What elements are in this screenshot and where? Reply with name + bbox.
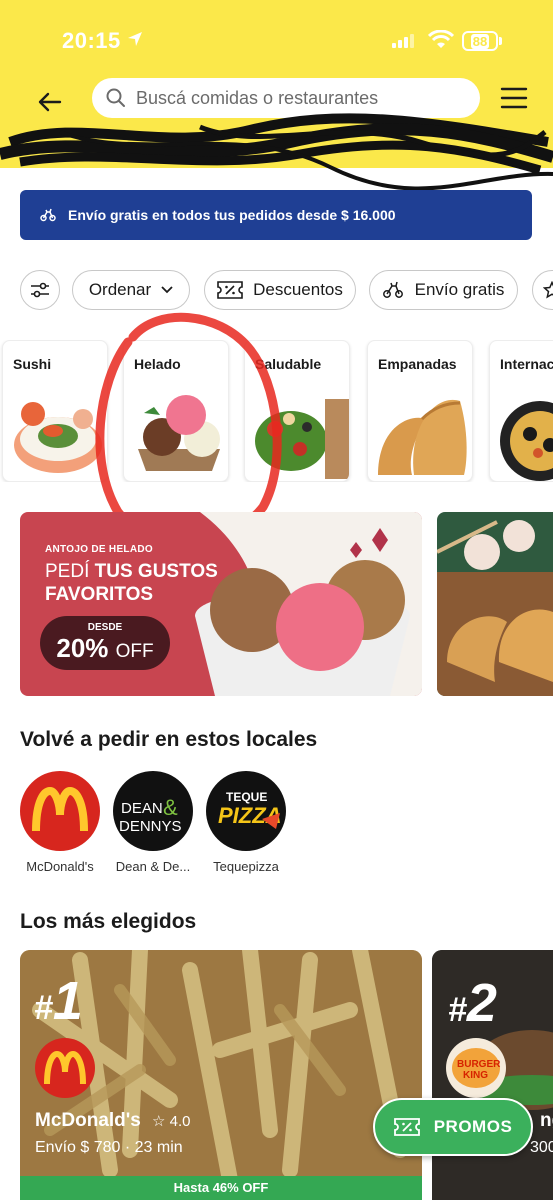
sliders-icon bbox=[31, 282, 49, 298]
delivery-fee: 300 bbox=[530, 1139, 553, 1156]
filter-settings-button[interactable] bbox=[20, 270, 60, 310]
delivery-bike-icon bbox=[40, 208, 56, 222]
empanadas-promo-banner[interactable] bbox=[437, 512, 553, 696]
popular-card-burger-king[interactable]: #2 BURGERKING ng 300 bbox=[432, 950, 553, 1200]
store-mcdonalds[interactable]: McDonald's bbox=[20, 771, 100, 874]
tequepizza-logo: TEQUE PIZZA bbox=[206, 771, 286, 851]
delivery-time: 23 min bbox=[134, 1139, 183, 1156]
mcdonalds-logo bbox=[20, 771, 100, 851]
location-arrow-icon bbox=[128, 32, 142, 46]
offer-bar: Hasta 46% OFF bbox=[20, 1176, 422, 1200]
search-icon bbox=[106, 88, 125, 107]
battery-icon: 88 bbox=[462, 31, 498, 51]
ice-cream-promo-banner[interactable]: ANTOJO DE HELADO PEDÍ TUS GUSTOS FAVORIT… bbox=[20, 512, 422, 696]
svg-text:TEQUE: TEQUE bbox=[226, 790, 267, 804]
rank-number: #1 bbox=[34, 971, 83, 1031]
delivery-fee: Envío $ 780 bbox=[35, 1139, 121, 1156]
favorites-chip[interactable] bbox=[532, 270, 553, 310]
svg-text:&: & bbox=[163, 795, 178, 820]
reorder-title: Volvé a pedir en estos locales bbox=[20, 728, 318, 751]
discounts-chip[interactable]: Descuentos bbox=[204, 270, 356, 310]
status-time: 20:15 bbox=[62, 28, 121, 53]
free-shipping-label: Envío gratis bbox=[414, 280, 505, 299]
battery-level: 88 bbox=[470, 33, 490, 49]
store-name: Dean & De... bbox=[115, 859, 191, 874]
back-arrow-icon[interactable] bbox=[34, 86, 66, 118]
sort-button[interactable]: Ordenar bbox=[72, 270, 190, 310]
sort-label: Ordenar bbox=[88, 280, 152, 299]
delivery-meta: Envío $ 780 · 23 min bbox=[35, 1139, 183, 1156]
discount-from: DESDE bbox=[87, 622, 123, 633]
store-name: ng bbox=[540, 1110, 553, 1131]
rating: ☆ 4.0 bbox=[152, 1112, 190, 1130]
category-empanadas[interactable]: Empanadas bbox=[367, 340, 473, 482]
search-input[interactable]: Buscá comidas o restaurantes bbox=[92, 78, 480, 118]
popular-title: Los más elegidos bbox=[20, 910, 197, 933]
discounts-label: Descuentos bbox=[253, 280, 343, 299]
store-name: McDonald's bbox=[26, 859, 94, 874]
category-label: Internac bbox=[500, 356, 553, 372]
signal-icon bbox=[392, 34, 414, 48]
promo-pretitle: ANTOJO DE HELADO bbox=[45, 544, 153, 555]
top-header: 20:15 88 Buscá comidas o restaurantes bbox=[0, 0, 553, 168]
category-label: Empanadas bbox=[378, 356, 457, 372]
svg-text:BURGER: BURGER bbox=[457, 1059, 501, 1070]
chevron-down-icon bbox=[161, 286, 173, 294]
category-internacional[interactable]: Internac bbox=[489, 340, 553, 482]
rating-value: 4.0 bbox=[169, 1113, 191, 1130]
star-icon: ☆ bbox=[152, 1113, 166, 1130]
promo-headline: PEDÍ TUS GUSTOS FAVORITOS bbox=[45, 560, 245, 606]
wifi-icon bbox=[428, 30, 454, 48]
dean-dennys-logo: DEAN & DENNYS bbox=[113, 771, 193, 851]
burger-king-logo: BURGER KING bbox=[446, 1038, 506, 1098]
filter-bar: Ordenar Descuentos Envío gratis bbox=[20, 270, 553, 310]
empanadas-image bbox=[378, 399, 467, 475]
discount-pill: DESDE 20% OFF bbox=[40, 616, 170, 670]
rank-value: 2 bbox=[466, 973, 497, 1033]
discount-ticket-icon bbox=[393, 1118, 420, 1136]
hamburger-menu-icon[interactable] bbox=[500, 86, 528, 110]
popular-card-mcdonalds[interactable]: #1 McDonald's ☆ 4.0 Envío $ 780 · 23 min… bbox=[20, 950, 422, 1200]
discount-ticket-icon bbox=[217, 281, 243, 299]
promo-headline-light: PEDÍ bbox=[45, 561, 90, 582]
mcdonalds-logo bbox=[35, 1038, 95, 1098]
rank-value: 1 bbox=[52, 971, 83, 1031]
store-tequepizza[interactable]: TEQUE PIZZA Tequepizza bbox=[206, 771, 286, 874]
promo-empanadas-image bbox=[437, 520, 553, 696]
svg-text:KING: KING bbox=[463, 1070, 488, 1081]
discount-percent: 20% bbox=[56, 633, 109, 663]
svg-text:DEAN: DEAN bbox=[121, 800, 163, 817]
free-shipping-banner[interactable]: Envío gratis en todos tus pedidos desde … bbox=[20, 190, 532, 240]
delivery-bike-icon bbox=[382, 281, 403, 298]
star-icon bbox=[543, 281, 553, 299]
store-name: McDonald's bbox=[35, 1110, 141, 1131]
promos-label: PROMOS bbox=[433, 1117, 513, 1136]
search-placeholder: Buscá comidas o restaurantes bbox=[136, 87, 379, 108]
banner-text: Envío gratis en todos tus pedidos desde … bbox=[68, 207, 396, 223]
international-food-image bbox=[500, 401, 553, 481]
free-shipping-chip[interactable]: Envío gratis bbox=[369, 270, 518, 310]
svg-text:DENNYS: DENNYS bbox=[119, 818, 182, 835]
promos-button[interactable]: PROMOS bbox=[373, 1098, 533, 1156]
store-name: Tequepizza bbox=[213, 859, 279, 874]
store-dean-dennys[interactable]: DEAN & DENNYS Dean & De... bbox=[113, 771, 193, 874]
rank-number: #2 bbox=[448, 973, 497, 1033]
category-label: Sushi bbox=[13, 356, 52, 372]
discount-off: OFF bbox=[115, 641, 154, 662]
